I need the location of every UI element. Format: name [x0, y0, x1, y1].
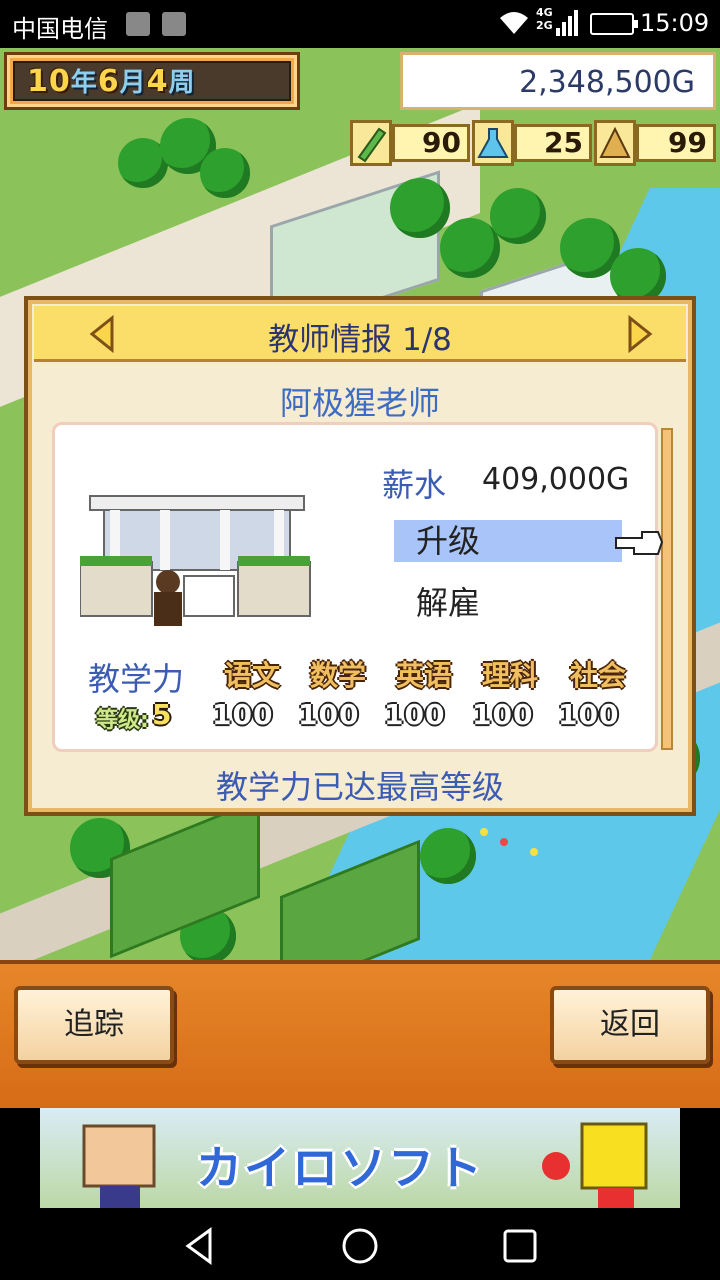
score-math: 100 — [298, 698, 360, 731]
date-week-unit: 周 — [168, 68, 196, 98]
nav-recents-icon[interactable] — [500, 1226, 540, 1266]
kairosoft-logo: カイロソフト — [196, 1141, 484, 1195]
fire-button[interactable]: 解雇 — [394, 582, 622, 624]
score-chinese: 100 — [212, 698, 274, 731]
stat-value-pyramid: 99 — [636, 124, 716, 162]
school-building-icon — [80, 495, 311, 626]
money-value: 2,348,500G — [519, 65, 695, 100]
flower — [500, 838, 508, 846]
date-year: 10 — [27, 64, 71, 99]
pencil-icon — [350, 120, 392, 166]
ad-banner[interactable]: カイロソフト — [40, 1108, 680, 1208]
mascot-character — [82, 1124, 156, 1208]
score-science: 100 — [472, 698, 534, 731]
date-month-unit: 月 — [119, 68, 147, 98]
tree — [490, 188, 546, 244]
network-2g: 2G — [536, 19, 553, 32]
score-english: 100 — [384, 698, 446, 731]
date-display: 10年6月4周 — [4, 52, 300, 110]
nav-home-icon[interactable] — [340, 1226, 380, 1266]
pyramid-icon — [594, 120, 636, 166]
level-value: 5 — [152, 698, 172, 731]
salary-label: 薪水 — [382, 466, 447, 504]
network-4g: 4G — [536, 6, 553, 19]
max-level-message: 教学力已达最高等级 — [215, 768, 504, 806]
panel-header: 教师情报 1/8 — [34, 306, 686, 362]
signal-icon — [556, 10, 578, 36]
status-bar: 中国电信 4G 2G 15:09 — [0, 0, 720, 48]
next-arrow-icon[interactable] — [626, 314, 654, 354]
panel-title: 教师情报 1/8 — [268, 322, 452, 358]
image-icon — [162, 12, 186, 36]
teaching-power-label: 教学力 — [88, 660, 185, 698]
stats-bar: 90 25 99 — [350, 120, 718, 166]
tree — [420, 828, 476, 884]
flower — [530, 848, 538, 856]
date-year-unit: 年 — [70, 68, 98, 98]
subject-english: 英语 — [396, 659, 453, 692]
clock: 15:09 — [640, 9, 710, 37]
subject-social: 社会 — [570, 659, 627, 692]
wifi-icon — [500, 12, 528, 34]
notification-icon — [126, 12, 150, 36]
score-social: 100 — [558, 698, 620, 731]
teacher-info-panel: 教师情报 1/8 阿极猩老师 薪水 409,000G 升级 解雇 教学力 语文 … — [24, 296, 696, 816]
carrier-label: 中国电信 — [12, 15, 108, 43]
bottom-toolbar: 追踪 返回 — [0, 960, 720, 1108]
subject-math: 数学 — [310, 659, 367, 692]
mascot-character — [542, 1122, 648, 1208]
teacher-name: 阿极猩老师 — [279, 384, 440, 422]
battery-icon — [590, 13, 638, 35]
scrollbar[interactable] — [661, 428, 673, 750]
back-button[interactable]: 返回 — [550, 986, 710, 1064]
tree — [440, 218, 500, 278]
network-type: 4G 2G — [536, 6, 553, 32]
pointer-hand-icon — [615, 531, 664, 555]
flask-icon — [472, 120, 514, 166]
subject-chinese: 语文 — [224, 659, 281, 692]
subject-science: 理科 — [482, 659, 539, 692]
track-button[interactable]: 追踪 — [14, 986, 174, 1064]
stat-value-pencil: 90 — [392, 124, 470, 162]
stat-value-flask: 25 — [514, 124, 592, 162]
flower — [480, 828, 488, 836]
tree — [390, 178, 450, 238]
date-week: 4 — [146, 64, 169, 99]
nav-back-icon[interactable] — [180, 1226, 220, 1266]
salary-value: 409,000G — [482, 462, 630, 497]
level-label: 等级: — [96, 708, 149, 733]
tree — [200, 148, 250, 198]
money-display: 2,348,500G — [400, 52, 716, 110]
date-month: 6 — [97, 64, 120, 99]
upgrade-button[interactable]: 升级 — [394, 520, 622, 562]
android-nav-bar — [0, 1208, 720, 1280]
